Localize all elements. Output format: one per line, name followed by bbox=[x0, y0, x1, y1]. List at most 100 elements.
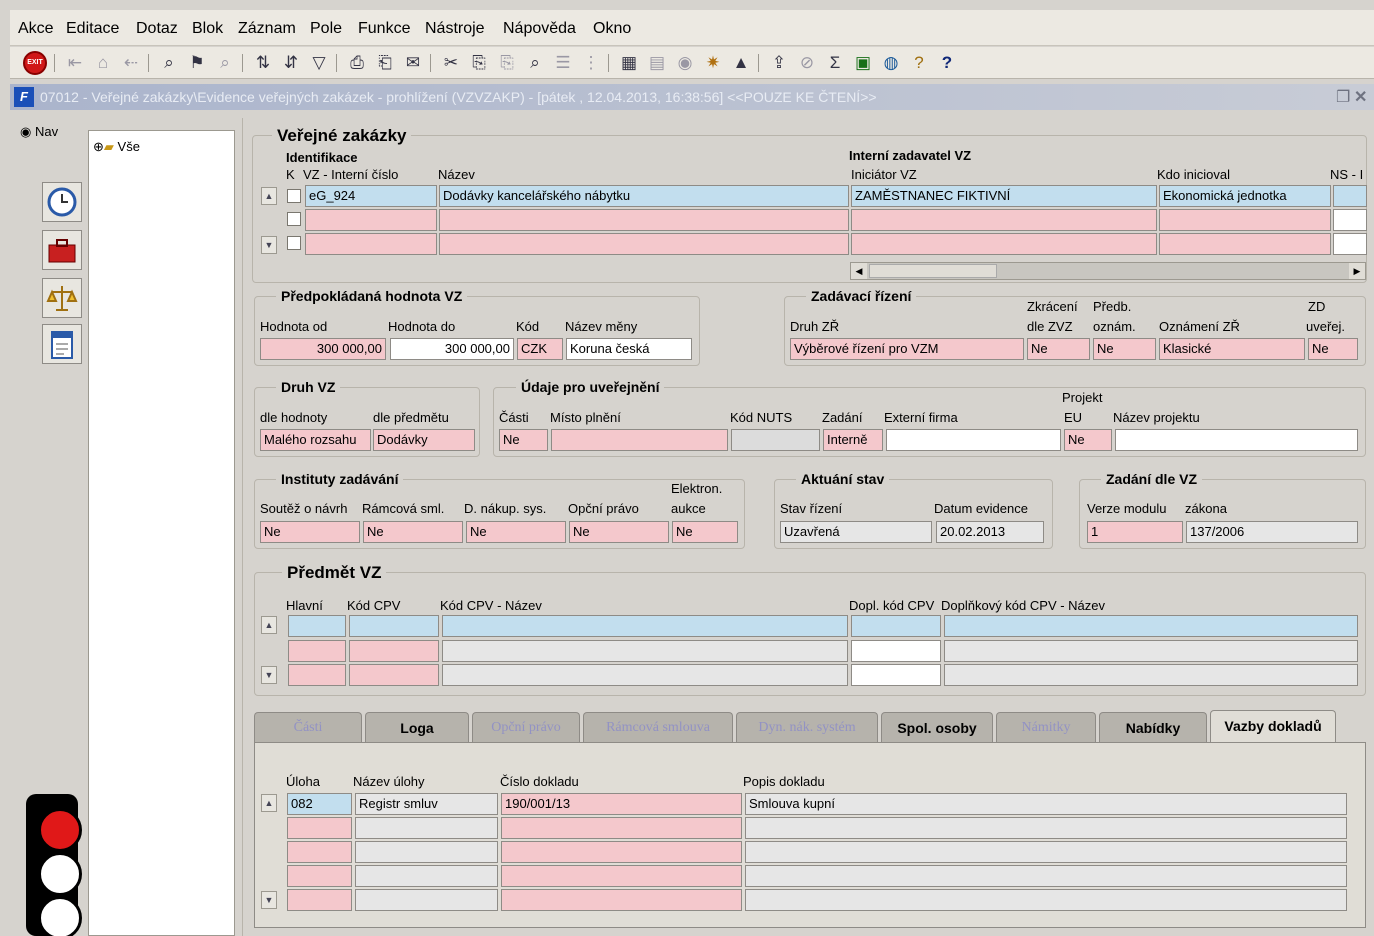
excel-icon[interactable]: ▣ bbox=[850, 50, 876, 76]
soutez-field[interactable]: Ne bbox=[260, 521, 360, 543]
email-icon[interactable]: ✉ bbox=[400, 50, 426, 76]
nazev-ulohy-field[interactable] bbox=[355, 865, 498, 887]
uloha-field[interactable] bbox=[287, 889, 352, 911]
vz-row-checkbox[interactable] bbox=[287, 236, 301, 250]
vz-id-field[interactable]: eG_924 bbox=[305, 185, 437, 207]
dle-predmetu-field[interactable]: Dodávky bbox=[373, 429, 475, 451]
tab-namitky[interactable]: Námitky bbox=[996, 712, 1096, 742]
menu-okno[interactable]: Okno bbox=[593, 20, 631, 38]
popis-dokladu-field[interactable] bbox=[745, 865, 1347, 887]
menu-funkce[interactable]: Funkce bbox=[358, 20, 410, 38]
export-icon[interactable]: ⇪ bbox=[766, 50, 792, 76]
scroll-left-icon[interactable]: ◀ bbox=[851, 263, 867, 279]
sum-icon[interactable]: Σ bbox=[822, 50, 848, 76]
vz-ns-field[interactable] bbox=[1333, 233, 1367, 255]
oznameni-field[interactable]: Klasické bbox=[1159, 338, 1305, 360]
document-icon[interactable]: ▤ bbox=[644, 50, 670, 76]
verze-field[interactable]: 1 bbox=[1087, 521, 1183, 543]
restore-icon[interactable]: ❐ bbox=[1336, 87, 1350, 107]
help-icon[interactable]: ? bbox=[906, 50, 932, 76]
uloha-field[interactable] bbox=[287, 817, 352, 839]
scroll-up-icon[interactable]: ▲ bbox=[261, 187, 277, 205]
tab-nabidky[interactable]: Nabídky bbox=[1099, 712, 1207, 742]
popis-dokladu-field[interactable]: Smlouva kupní bbox=[745, 793, 1347, 815]
cpv-field[interactable] bbox=[349, 640, 439, 662]
zd-field[interactable]: Ne bbox=[1308, 338, 1358, 360]
dopl-cpv-field[interactable] bbox=[851, 640, 941, 662]
dopl-cpv-nazev-field[interactable] bbox=[944, 664, 1358, 686]
misto-field[interactable] bbox=[551, 429, 728, 451]
cpv-nazev-field[interactable] bbox=[442, 615, 848, 637]
vz-nazev-field[interactable]: Dodávky kancelářského nábytku bbox=[439, 185, 849, 207]
settings-icon[interactable]: ✷ bbox=[700, 50, 726, 76]
vz-row-checkbox[interactable] bbox=[287, 212, 301, 226]
predb-field[interactable]: Ne bbox=[1093, 338, 1156, 360]
cancel-query-icon[interactable]: ⌕ bbox=[212, 50, 238, 76]
dopl-cpv-field[interactable] bbox=[851, 664, 941, 686]
tab-spol-osoby[interactable]: Spol. osoby bbox=[881, 712, 993, 742]
zkraceni-field[interactable]: Ne bbox=[1027, 338, 1090, 360]
tree-icon[interactable]: ⋮ bbox=[578, 50, 604, 76]
scroll-up-icon[interactable]: ▲ bbox=[261, 616, 277, 634]
scroll-down-icon[interactable]: ▼ bbox=[261, 236, 277, 254]
copy-icon[interactable]: ⎘ bbox=[466, 50, 492, 76]
tab-vazby-dokladu[interactable]: Vazby dokladů bbox=[1210, 710, 1336, 742]
nazev-ulohy-field[interactable] bbox=[355, 889, 498, 911]
dopl-cpv-nazev-field[interactable] bbox=[944, 615, 1358, 637]
hodnota-od-field[interactable]: 300 000,00 bbox=[260, 338, 386, 360]
find-icon[interactable]: ⌕ bbox=[522, 50, 548, 76]
vz-iniciator-field[interactable] bbox=[851, 209, 1157, 231]
hlavni-field[interactable] bbox=[288, 615, 346, 637]
projekt-eu-field[interactable]: Ne bbox=[1064, 429, 1112, 451]
vz-kdo-field[interactable]: Ekonomická jednotka bbox=[1159, 185, 1331, 207]
filter-icon[interactable]: ▽ bbox=[306, 50, 332, 76]
cislo-dokladu-field[interactable] bbox=[501, 889, 742, 911]
hlavni-field[interactable] bbox=[288, 640, 346, 662]
dopl-cpv-nazev-field[interactable] bbox=[944, 640, 1358, 662]
vz-iniciator-field[interactable] bbox=[851, 233, 1157, 255]
scales-icon[interactable] bbox=[42, 278, 82, 318]
tree-node-all[interactable]: ⊕▰ Vše bbox=[93, 139, 140, 155]
tab-ramcova-smlouva[interactable]: Rámcová smlouva bbox=[583, 712, 733, 742]
cislo-dokladu-field[interactable] bbox=[501, 865, 742, 887]
vz-nazev-field[interactable] bbox=[439, 233, 849, 255]
cpv-field[interactable] bbox=[349, 615, 439, 637]
menu-napoveda[interactable]: Nápověda bbox=[503, 20, 576, 38]
mena-field[interactable]: Koruna česká bbox=[566, 338, 692, 360]
scroll-down-icon[interactable]: ▼ bbox=[261, 891, 277, 909]
execute-query-icon[interactable]: ⚑ bbox=[184, 50, 210, 76]
popis-dokladu-field[interactable] bbox=[745, 889, 1347, 911]
dle-hodnoty-field[interactable]: Malého rozsahu bbox=[260, 429, 371, 451]
zadani-field[interactable]: Interně bbox=[823, 429, 883, 451]
datum-evidence-field[interactable]: 20.02.2013 bbox=[936, 521, 1044, 543]
tab-casti[interactable]: Části bbox=[254, 712, 362, 742]
nuts-field[interactable] bbox=[731, 429, 820, 451]
dnakup-field[interactable]: Ne bbox=[466, 521, 566, 543]
menu-editace[interactable]: Editace bbox=[66, 20, 119, 38]
nazev-ulohy-field[interactable] bbox=[355, 817, 498, 839]
sort-asc-icon[interactable]: ⇅ bbox=[250, 50, 276, 76]
zakon-field[interactable]: 137/2006 bbox=[1186, 521, 1358, 543]
previous-icon[interactable]: ⇠ bbox=[118, 50, 144, 76]
stav-rizeni-field[interactable]: Uzavřená bbox=[780, 521, 932, 543]
print-icon[interactable]: ⎙ bbox=[344, 50, 370, 76]
exit-icon[interactable]: EXIT bbox=[22, 50, 48, 76]
opcni-field[interactable]: Ne bbox=[569, 521, 669, 543]
nazev-ulohy-field[interactable] bbox=[355, 841, 498, 863]
druh-zr-field[interactable]: Výběrové řízení pro VZM bbox=[790, 338, 1024, 360]
kod-field[interactable]: CZK bbox=[517, 338, 563, 360]
uloha-field[interactable] bbox=[287, 841, 352, 863]
hodnota-do-field[interactable]: 300 000,00 bbox=[390, 338, 514, 360]
scroll-right-icon[interactable]: ▶ bbox=[1349, 263, 1365, 279]
print-setup-icon[interactable]: ⎗ bbox=[372, 50, 398, 76]
nazev-projektu-field[interactable] bbox=[1115, 429, 1358, 451]
menu-pole[interactable]: Pole bbox=[310, 20, 342, 38]
enter-query-icon[interactable]: ⌕ bbox=[156, 50, 182, 76]
briefcase-icon[interactable] bbox=[42, 230, 82, 270]
menu-zaznam[interactable]: Záznam bbox=[238, 20, 296, 38]
scroll-thumb[interactable] bbox=[869, 264, 997, 278]
firma-field[interactable] bbox=[886, 429, 1061, 451]
vz-ns-field[interactable] bbox=[1333, 209, 1367, 231]
vz-id-field[interactable] bbox=[305, 209, 437, 231]
casti-field[interactable]: Ne bbox=[499, 429, 548, 451]
